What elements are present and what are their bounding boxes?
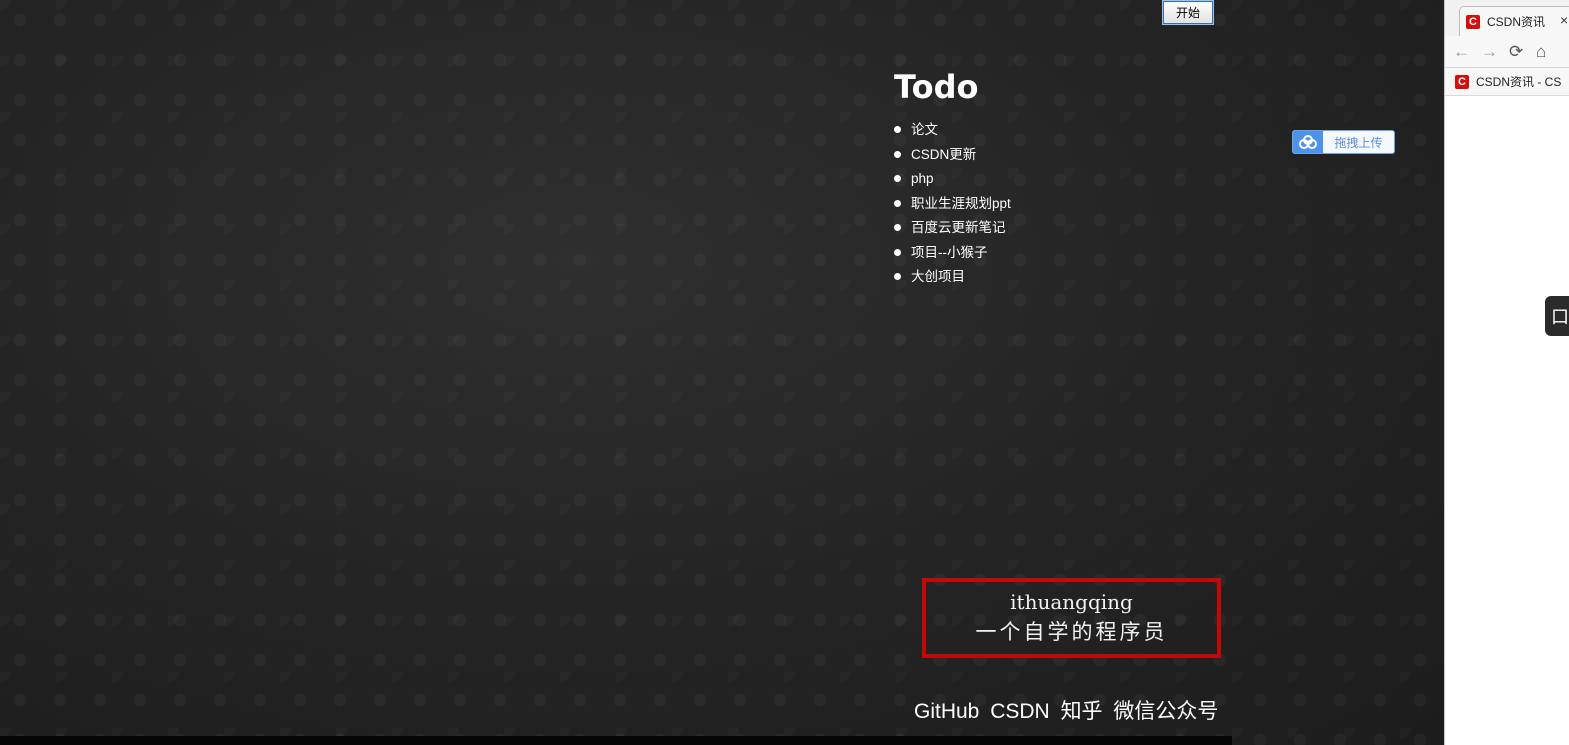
browser-toolbar: ← → ⟳ ⌂ [1445,36,1569,68]
todo-item: 职业生涯规划ppt [894,194,1011,219]
todo-item-label: 论文 [911,122,938,137]
todo-list: 论文 CSDN更新 php 职业生涯规划ppt 百度云更新笔记 项目--小猴子 … [894,120,1011,292]
tab-csdn[interactable]: C CSDN资讯 × [1459,6,1569,36]
signature-box: ithuangqing 一个自学的程序员 [922,578,1221,658]
start-button[interactable]: 开始 [1162,0,1214,25]
todo-item-label: php [911,171,934,186]
csdn-logo-icon: C [1455,74,1469,89]
upload-label: 拖拽上传 [1334,135,1383,150]
zhihu-link[interactable]: 知乎 [1061,700,1103,723]
wallpaper-pattern [0,0,1444,745]
upload-widget[interactable]: 拖拽上传 [1292,130,1395,154]
home-icon[interactable]: ⌂ [1536,42,1546,62]
bullet-icon [894,199,901,207]
bookmarks-bar: C CSDN资讯 - CS [1445,68,1569,96]
csdn-logo-icon: C [1466,14,1480,29]
todo-item: 项目--小猴子 [894,243,1011,268]
desktop-wallpaper: 开始 Todo 论文 CSDN更新 php 职业生涯规划ppt 百度云更新笔记 … [0,0,1444,745]
baidu-cloud-icon [1293,131,1323,153]
bullet-icon [894,175,901,182]
side-panel-tab[interactable]: 口 [1545,296,1569,336]
reload-icon[interactable]: ⟳ [1509,42,1523,62]
tab-bar: C CSDN资讯 × [1445,0,1569,36]
social-links: GitHub CSDN 知乎 微信公众号 [914,695,1223,725]
csdn-link[interactable]: CSDN [990,700,1050,723]
todo-item: php [894,169,1011,194]
bullet-icon [894,248,901,256]
todo-item: CSDN更新 [894,145,1011,170]
bullet-icon [894,150,901,158]
todo-item: 大创项目 [894,267,1011,292]
bookmark-csdn[interactable]: CSDN资讯 - CS [1476,73,1561,90]
signature-name: ithuangqing [1010,590,1133,614]
todo-item-label: 大创项目 [911,269,965,284]
todo-item: 论文 [894,120,1011,145]
forward-arrow-icon[interactable]: → [1481,42,1498,62]
back-arrow-icon[interactable]: ← [1453,42,1470,62]
bullet-icon [894,126,901,133]
browser-window: C CSDN资讯 × ← → ⟳ ⌂ C CSDN资讯 - CS 口 [1444,0,1569,745]
github-link[interactable]: GitHub [914,700,979,723]
todo-item-label: CSDN更新 [911,146,977,162]
bullet-icon [894,273,901,280]
todo-title: Todo [894,68,979,106]
todo-item-label: 职业生涯规划ppt [911,195,1011,211]
close-icon[interactable]: × [1560,12,1568,28]
signature-tagline: 一个自学的程序员 [975,620,1168,644]
todo-item-label: 百度云更新笔记 [911,220,1006,235]
bullet-icon [894,224,901,231]
wechat-link[interactable]: 微信公众号 [1113,700,1218,723]
taskbar [0,736,1232,745]
tab-title: CSDN资讯 [1487,15,1546,29]
todo-item-label: 项目--小猴子 [911,244,988,260]
todo-item: 百度云更新笔记 [894,218,1011,243]
